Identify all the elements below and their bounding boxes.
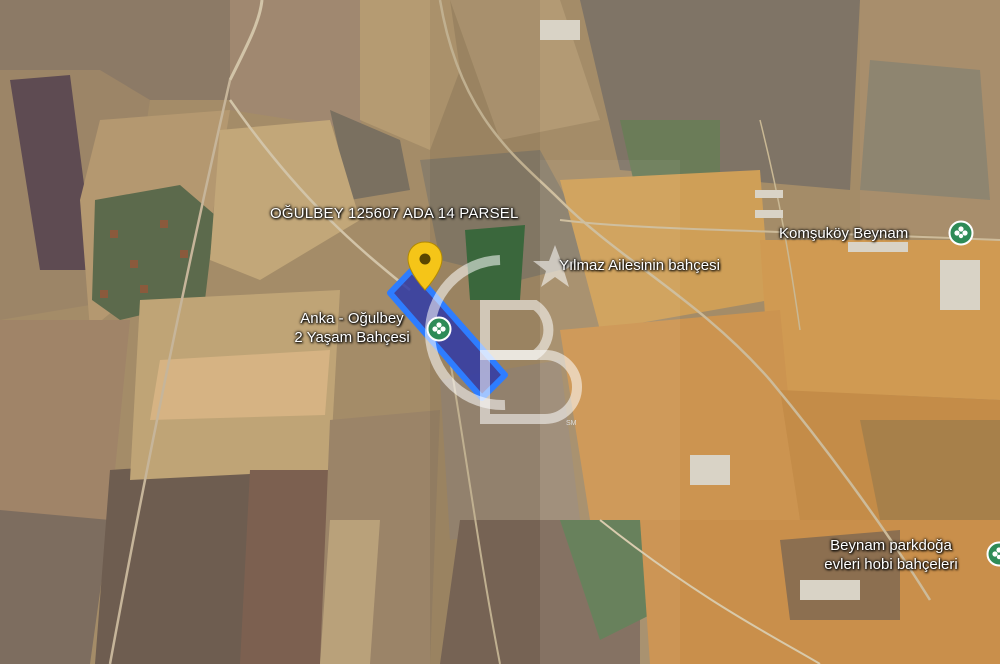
park-marker-icon[interactable]: [426, 316, 452, 342]
place-label-beynam-line2: evleri hobi bahçeleri: [824, 556, 958, 573]
place-label-yilmaz[interactable]: Yılmaz Ailesinin bahçesi: [559, 256, 720, 275]
satellite-map[interactable]: SM OĞULBEY 125607 ADA 14 PARSEL Yılmaz A…: [0, 0, 1000, 664]
watermark-suffix: SM: [566, 420, 577, 427]
parcel-title: OĞULBEY 125607 ADA 14 PARSEL: [270, 205, 519, 222]
park-marker-icon[interactable]: [948, 220, 974, 246]
place-label-beynam[interactable]: Beynam parkdoğa evleri hobi bahçeleri: [806, 536, 976, 574]
place-label-anka-line2: 2 Yaşam Bahçesi: [294, 329, 410, 346]
yellow-location-pin-icon[interactable]: [405, 240, 445, 292]
place-label-anka-line1: Anka - Oğulbey: [300, 310, 404, 327]
place-label-beynam-line1: Beynam parkdoğa: [830, 537, 952, 554]
park-marker-icon[interactable]: [986, 541, 1000, 567]
place-label-anka[interactable]: Anka - Oğulbey 2 Yaşam Bahçesi: [272, 309, 432, 347]
place-label-komsukoy[interactable]: Komşuköy Beynam: [779, 224, 908, 243]
